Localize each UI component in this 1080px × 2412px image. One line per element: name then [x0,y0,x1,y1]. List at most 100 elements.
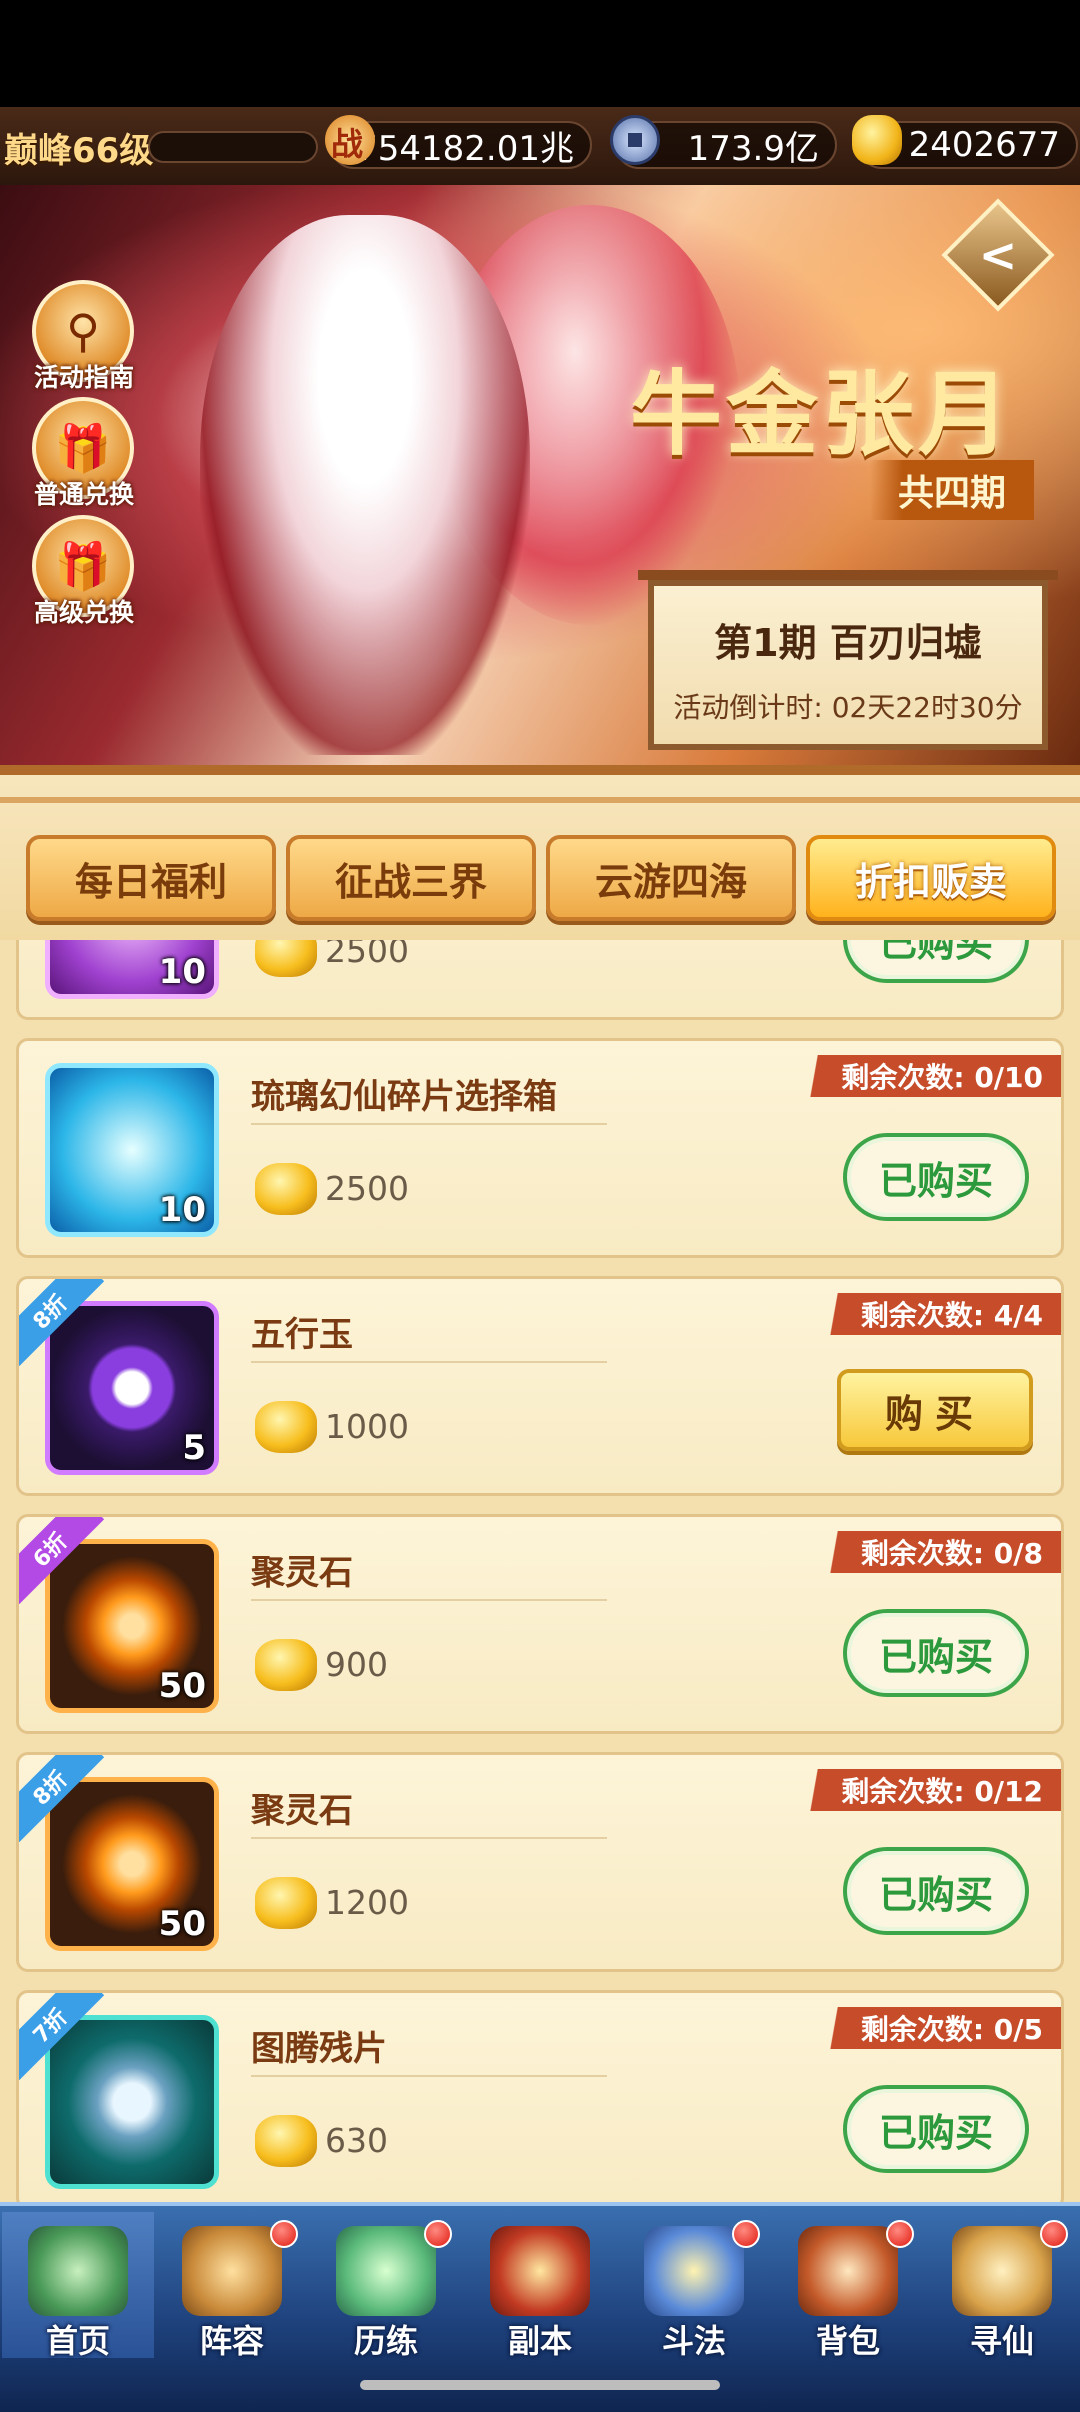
item-quantity: 50 [158,1666,206,1706]
tab-bar: 每日福利 征战三界 云游四海 折扣贩卖 [0,765,1080,940]
combat-power-icon [325,115,375,165]
event-countdown: 活动倒计时: 02天22时30分 [673,691,1023,724]
gold-ingot-icon [255,1877,317,1929]
resource-bar: 巅峰66级 754182.01兆 173.9亿 2402677 [0,107,1080,185]
item-name: 琉璃幻仙碎片选择箱 [251,1077,557,1117]
remaining-count-badge: 剩余次数: 0/8 [820,1531,1061,1573]
item-quantity: 5 [182,1428,206,1468]
discount-ribbon: 8折 [19,1755,109,1845]
item-price: 2500 [325,1169,409,1208]
item-name: 聚灵石 [251,1553,353,1593]
back-arrow-icon: < [978,228,1018,282]
discount-label: 8折 [19,1279,105,1367]
item-price: 2500 [325,940,409,970]
tab-campaign[interactable]: 征战三界 [286,835,536,921]
item-price: 630 [325,2121,388,2160]
list-item: 10 琉璃幻仙碎片选择箱 剩余次数: 0/10 2500 已购买 [16,1038,1064,1258]
discount-label: 6折 [19,1517,105,1605]
event-subtitle: 共四期 [870,460,1035,520]
level-progress-bar [148,131,318,163]
discount-ribbon: 7折 [19,1993,109,2083]
bought-button[interactable]: 已购买 [843,1609,1029,1697]
scroll-icon [952,2226,1052,2316]
discount-label: 7折 [19,1993,105,2081]
cards-icon [182,2226,282,2316]
mountain-island-icon [28,2226,128,2316]
notification-dot [1040,2220,1068,2248]
nav-dungeon[interactable]: 副本 [464,2212,616,2360]
player-level: 巅峰66级 [4,131,154,171]
list-item: 10 2500 已购买 [16,940,1064,1020]
notification-dot [424,2220,452,2248]
notification-dot [886,2220,914,2248]
gold-ingot-icon [255,1163,317,1215]
banner-character-art [200,215,530,755]
nav-label: 首页 [45,2322,110,2360]
back-button[interactable]: < [941,198,1055,312]
side-button-label: 高级兑换 [33,598,134,627]
nav-label: 背包 [815,2322,880,2360]
tab-discount-sale[interactable]: 折扣贩卖 [806,835,1056,921]
divider [251,2075,607,2077]
nav-seek-immortal[interactable]: 寻仙 [926,2212,1078,2360]
item-name: 聚灵石 [251,1791,353,1831]
divider [251,1123,607,1125]
item-chest-icon[interactable]: 10 [45,940,219,999]
gold-ingot-icon [255,940,317,977]
silver-coin-icon [610,115,660,165]
nav-label: 斗法 [661,2322,726,2360]
nav-duel[interactable]: 斗法 [618,2212,770,2360]
side-button-guide[interactable]: ⚲ 活动指南 [28,280,138,392]
item-quantity: 10 [158,952,206,992]
gold-ingot-icon [255,1401,317,1453]
nav-home[interactable]: 首页 [2,2212,154,2360]
notification-dot [270,2220,298,2248]
nav-training[interactable]: 历练 [310,2212,462,2360]
nav-label: 历练 [353,2322,418,2360]
bought-button[interactable]: 已购买 [843,940,1029,983]
side-button-label: 普通兑换 [33,480,134,509]
nav-backpack[interactable]: 背包 [772,2212,924,2360]
arena-icon [644,2226,744,2316]
list-item: 50 6折 聚灵石 剩余次数: 0/8 900 已购买 [16,1514,1064,1734]
event-banner: ⚲ 活动指南 🎁 普通兑换 🎁 高级兑换 < 牛金张月 共四期 第1期 百刃归墟… [0,185,1080,765]
item-name: 五行玉 [251,1315,353,1355]
list-item: 50 8折 聚灵石 剩余次数: 0/12 1200 已购买 [16,1752,1064,1972]
gate-icon [490,2226,590,2316]
gold-ingot-icon [255,2115,317,2167]
nav-label: 阵容 [199,2322,264,2360]
item-price: 1200 [325,1883,409,1922]
tab-travel[interactable]: 云游四海 [546,835,796,921]
remaining-count-badge: 剩余次数: 4/4 [820,1293,1061,1335]
notification-dot [732,2220,760,2248]
backpack-icon [798,2226,898,2316]
remaining-count-badge: 剩余次数: 0/10 [801,1055,1061,1097]
period-title: 第1期 百刃归墟 [714,621,982,665]
bought-button[interactable]: 已购买 [843,1133,1029,1221]
gourd-icon [336,2226,436,2316]
event-title: 牛金张月 [630,360,1015,468]
discount-ribbon: 6折 [19,1517,109,1607]
remaining-count-badge: 剩余次数: 0/5 [820,2007,1061,2049]
side-button-advanced-exchange[interactable]: 🎁 高级兑换 [28,515,138,627]
item-quantity: 10 [158,1190,206,1230]
list-item: 7折 图腾残片 剩余次数: 0/5 630 已购买 [16,1990,1064,2202]
nav-lineup[interactable]: 阵容 [156,2212,308,2360]
discount-label: 8折 [19,1755,105,1843]
item-price: 900 [325,1645,388,1684]
bought-button[interactable]: 已购买 [843,1847,1029,1935]
buy-button[interactable]: 购买 [837,1369,1033,1451]
item-quantity: 50 [158,1904,206,1944]
nav-label: 寻仙 [969,2322,1034,2360]
home-indicator[interactable] [360,2380,720,2390]
divider [251,1599,607,1601]
item-chest-icon[interactable]: 10 [45,1063,219,1237]
bought-button[interactable]: 已购买 [843,2085,1029,2173]
remaining-count-badge: 剩余次数: 0/12 [801,1769,1061,1811]
shop-item-list[interactable]: 10 2500 已购买 10 琉璃幻仙碎片选择箱 剩余次数: 0/10 2500… [0,940,1080,2202]
side-button-normal-exchange[interactable]: 🎁 普通兑换 [28,397,138,509]
divider [251,1361,607,1363]
divider [251,1837,607,1839]
period-info-board: 第1期 百刃归墟 活动倒计时: 02天22时30分 [638,570,1058,750]
tab-daily-welfare[interactable]: 每日福利 [26,835,276,921]
